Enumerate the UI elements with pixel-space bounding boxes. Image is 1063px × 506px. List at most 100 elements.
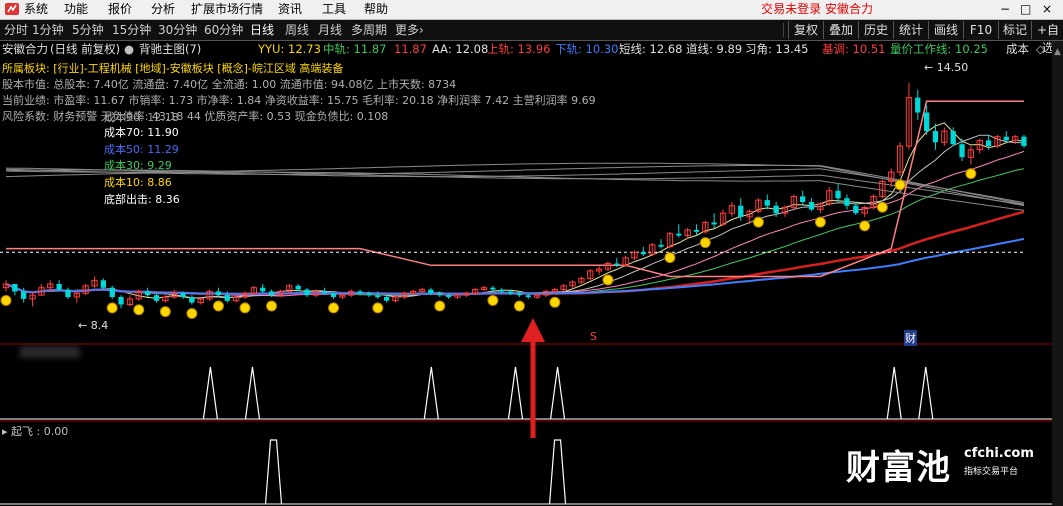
gold-signal-coin <box>159 306 171 318</box>
scroll-up-icon[interactable]: ▲ <box>1054 47 1061 57</box>
candle-body <box>215 291 222 296</box>
candle-body <box>950 131 956 145</box>
cost-50: 成本50: 11.29 <box>104 143 179 156</box>
candle-body <box>109 287 115 297</box>
gold-signal-coin <box>965 168 977 180</box>
candle-body <box>808 202 815 210</box>
gold-signal-coin <box>699 237 711 249</box>
candle-body <box>118 297 124 305</box>
signal-spike <box>244 366 261 420</box>
cost-30-value: 9.29 <box>147 159 172 172</box>
candle-body <box>304 289 310 296</box>
gold-signal-coin <box>133 304 145 316</box>
candle-body <box>711 222 717 225</box>
candle-body <box>676 233 682 236</box>
gold-signal-coin <box>876 201 888 213</box>
cost-10: 成本10: 8.86 <box>104 176 172 189</box>
watermark-tagline: 指标交易平台 <box>964 467 1019 477</box>
candle-body <box>693 229 700 232</box>
candle-body <box>357 291 363 294</box>
candle-body <box>924 112 930 132</box>
candle-body <box>65 289 71 298</box>
high-price-value: 14.50 <box>936 61 969 74</box>
high-price-label: ← 14.50 <box>924 61 969 74</box>
signal-spike <box>918 366 934 420</box>
candle-body <box>932 131 939 143</box>
candle-body <box>446 295 452 298</box>
candle-body <box>12 284 18 292</box>
cost-70: 成本70: 11.90 <box>104 126 179 139</box>
cost-50-value: 11.29 <box>147 143 179 156</box>
candle-body <box>773 205 779 214</box>
candle-body <box>295 285 301 290</box>
gold-signal-coin <box>239 302 251 314</box>
candle-body <box>224 295 230 301</box>
candle-body <box>658 244 664 247</box>
gold-signal-coin <box>894 179 906 191</box>
vertical-scrollbar[interactable]: ▲ <box>1052 41 1063 506</box>
gold-signal-coin <box>859 220 871 232</box>
gold-signal-coin <box>212 300 224 312</box>
takeoff-spike <box>548 439 567 505</box>
signal-spike <box>202 366 218 420</box>
gold-signal-coin <box>372 302 384 314</box>
gold-signal-coin <box>664 252 676 264</box>
candle-body <box>330 293 337 297</box>
candle-body <box>189 297 195 303</box>
candle-body <box>844 198 850 206</box>
candle-body <box>499 289 505 292</box>
candle-body <box>322 291 328 294</box>
candle-body <box>985 140 992 146</box>
ma90-line <box>5 237 1025 295</box>
candle-body <box>640 252 646 255</box>
cost-90: 成本90: 12.18 <box>104 111 179 124</box>
cost-70-value: 11.90 <box>147 126 179 139</box>
cost-30-label: 成本30 <box>104 159 140 172</box>
cost-50-label: 成本50 <box>104 143 140 156</box>
watermark-brand: 财富池 <box>846 448 951 488</box>
candle-body <box>437 293 443 296</box>
watermark-domain: cfchi.com <box>964 446 1034 461</box>
candle-body <box>614 263 620 266</box>
signal-spike <box>507 366 524 420</box>
cost-10-value: 8.86 <box>147 176 172 189</box>
finance-marker[interactable]: 财 <box>904 330 917 346</box>
candle-body <box>153 295 160 301</box>
candle-body <box>525 295 531 298</box>
candle-body <box>428 289 434 294</box>
gold-signal-coin <box>186 307 198 319</box>
gold-signal-coin <box>328 302 340 314</box>
candle-body <box>180 293 186 297</box>
candle-body <box>835 190 841 199</box>
gold-signal-coin <box>602 274 614 286</box>
ma60-line <box>5 210 1025 296</box>
low-price-label: ← 8.4 <box>78 319 109 332</box>
candle-body <box>490 287 496 290</box>
candle-body <box>21 291 27 299</box>
gold-signal-coin <box>266 300 278 312</box>
candle-body <box>800 196 806 202</box>
candle-body <box>145 291 151 296</box>
signal-spike <box>549 366 566 420</box>
cost-70-label: 成本70 <box>104 126 140 139</box>
candle-body <box>384 297 390 301</box>
performance-line: 当前业绩: 市盈率: 11.67 市销率: 1.73 市净率: 1.84 净资收… <box>2 94 596 107</box>
candle-body <box>853 205 859 214</box>
watermark: 财富池 cfchi.com 指标交易平台 <box>846 440 1046 500</box>
indicator-2-label: 起飞 : 0.00 <box>11 425 69 438</box>
gold-signal-coin <box>487 294 499 306</box>
gold-signal-coin <box>0 294 12 306</box>
cost-90-value: 12.18 <box>147 111 179 124</box>
panel-1-title-blur <box>20 346 80 358</box>
signal-spike <box>423 366 439 420</box>
risk-line: 风险系数: 财务预警 无负债率: 43.18 44 优质资产率: 0.53 现金… <box>2 110 389 123</box>
candle-body <box>516 293 523 296</box>
s-marker[interactable]: S <box>590 330 597 343</box>
signal-panel-1 <box>0 366 1052 420</box>
candle-body <box>764 200 770 206</box>
sector-line: 所属板块: [行业]-工程机械 [地域]-安徽板块 [概念]-皖江区域 高端装备 <box>2 62 344 75</box>
gold-signal-coin <box>814 216 826 228</box>
cost-10-label: 成本10 <box>104 176 140 189</box>
bottom-strike-label: 底部出击 <box>104 193 148 206</box>
expand-icon[interactable]: ▸ <box>2 425 8 438</box>
